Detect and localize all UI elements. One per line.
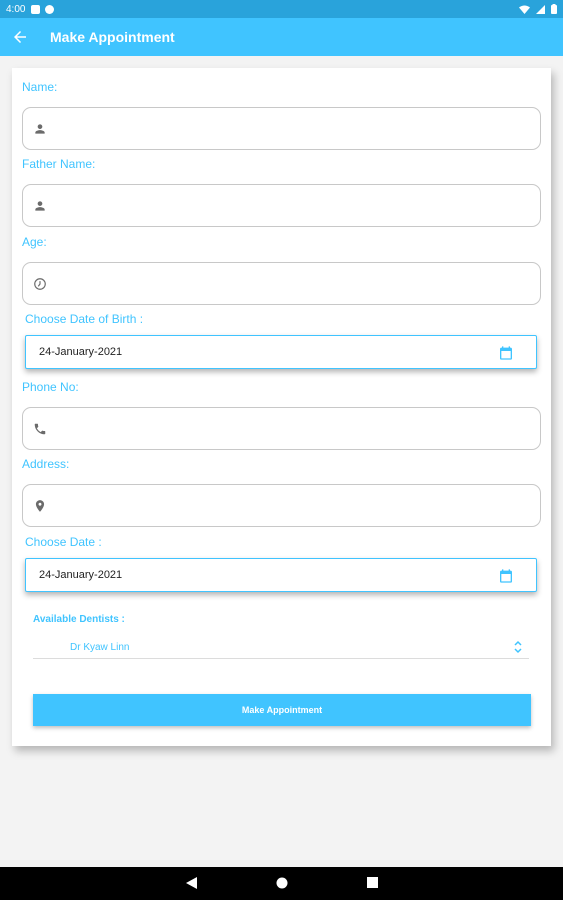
father-name-label: Father Name: [22, 157, 96, 171]
age-field[interactable] [22, 262, 541, 305]
nav-home-icon[interactable] [276, 877, 288, 889]
dob-date-picker[interactable]: 24-January-2021 [25, 335, 537, 369]
dropdown-chevron-icon [514, 640, 522, 654]
calendar-icon[interactable] [498, 568, 514, 584]
name-field[interactable] [22, 107, 541, 150]
app-bar: Make Appointment [0, 18, 563, 56]
address-label: Address: [22, 457, 70, 471]
phone-field[interactable] [22, 407, 541, 450]
nav-back-icon[interactable] [186, 877, 197, 889]
appointment-date-picker[interactable]: 24-January-2021 [25, 558, 537, 592]
dentist-dropdown[interactable]: Dr Kyaw Linn [33, 636, 529, 659]
name-label: Name: [22, 80, 58, 94]
appointment-date-value: 24-January-2021 [39, 569, 123, 581]
address-field[interactable] [22, 484, 541, 527]
phone-icon [34, 423, 46, 435]
page-title: Make Appointment [50, 29, 175, 45]
make-appointment-button[interactable]: Make Appointment [33, 694, 531, 726]
father-name-field[interactable] [22, 184, 541, 227]
person-icon [35, 124, 45, 134]
signal-icon [536, 4, 545, 14]
dob-label: Choose Date of Birth : [25, 312, 144, 326]
dentist-selected-value: Dr Kyaw Linn [70, 642, 130, 653]
system-nav-bar [0, 867, 563, 900]
sync-icon [45, 4, 55, 14]
age-label: Age: [22, 235, 47, 249]
wifi-icon [519, 5, 530, 14]
nav-recents-icon[interactable] [367, 877, 378, 888]
location-pin-icon [35, 500, 45, 512]
notification-icon [31, 4, 41, 14]
back-arrow-icon[interactable] [11, 28, 29, 46]
person-icon [35, 201, 45, 211]
clock-icon [34, 278, 46, 290]
status-bar: 4:00 [0, 0, 563, 18]
available-dentists-label: Available Dentists : [33, 614, 125, 625]
calendar-icon[interactable] [498, 345, 514, 361]
dob-value: 24-January-2021 [39, 346, 123, 358]
date-label: Choose Date : [25, 535, 102, 549]
phone-label: Phone No: [22, 380, 79, 394]
battery-icon [551, 4, 557, 14]
appointment-form-card: Name: Father Name: Age: Choose Date of B… [12, 68, 551, 746]
status-time: 4:00 [6, 3, 26, 15]
